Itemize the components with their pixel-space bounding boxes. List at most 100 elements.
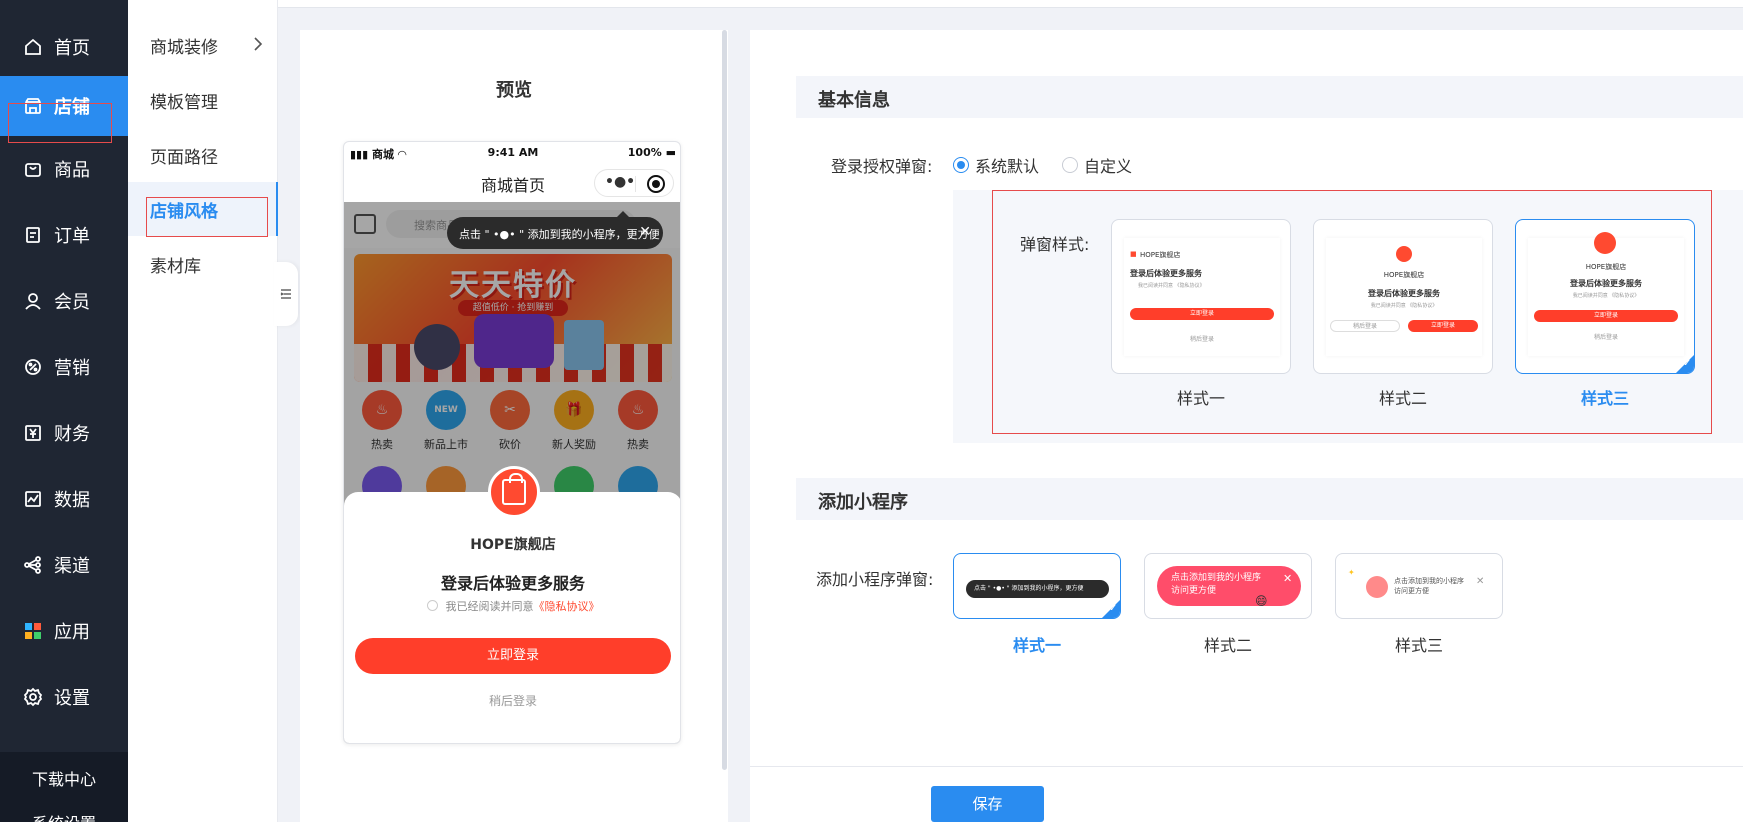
mp-style-card-1[interactable]: 点击 " •●• " 添加到我的小程序，更方便 [953, 553, 1121, 619]
selected-check-icon [1102, 600, 1120, 618]
sidebar-bottom: 下载中心 系统设置 [0, 752, 128, 822]
login-style-card-3[interactable]: HOPE旗舰店 登录后体验更多服务 我已阅读并同意 《隐私协议》 立即登录 稍后… [1515, 219, 1695, 374]
download-center-link[interactable]: 下载中心 [0, 766, 128, 790]
close-icon: ✕ [1476, 576, 1485, 587]
apps-icon [22, 620, 44, 642]
nav-item-marketing[interactable]: 营销 [0, 334, 128, 400]
login-sheet: HOPE旗舰店 登录后体验更多服务 我已经阅读并同意《隐私协议》 立即登录 稍后… [344, 492, 680, 743]
nav-item-data[interactable]: 数据 [0, 466, 128, 532]
menu-fold-icon [280, 289, 291, 299]
nav-item-apps[interactable]: 应用 [0, 598, 128, 664]
sub-item-label: 页面路径 [150, 147, 218, 168]
nav-label: 设置 [54, 688, 90, 709]
preview-title: 预览 [496, 80, 532, 101]
login-style-caption-3: 样式三 [1580, 389, 1629, 408]
gift-icon [1366, 576, 1388, 598]
chart-icon [22, 488, 44, 510]
privacy-agree: 我已经阅读并同意《隐私协议》 [344, 598, 680, 614]
login-style-caption-2: 样式二 [1378, 389, 1427, 408]
miniprogram-capsule[interactable]: •●• [594, 169, 674, 197]
nav-label: 渠道 [54, 556, 90, 577]
nav-item-channel[interactable]: 渠道 [0, 532, 128, 598]
mp-style-caption-2: 样式二 [1203, 636, 1252, 655]
sub-item-label: 商城装修 [150, 37, 218, 58]
section-basic-info: 基本信息 [796, 76, 1743, 118]
close-target-icon [647, 175, 665, 193]
nav-item-goods[interactable]: 商品 [0, 136, 128, 202]
phone-header: 商城首页 •●• [344, 162, 680, 202]
nav-label: 数据 [54, 490, 90, 511]
footer-bar [750, 766, 1743, 822]
sub-item-label: 模板管理 [150, 92, 218, 113]
section-add-miniprogram: 添加小程序 [796, 478, 1743, 520]
yen-icon [22, 422, 44, 444]
nav-item-orders[interactable]: 订单 [0, 202, 128, 268]
auth-popup-label: 登录授权弹窗: [831, 157, 933, 176]
nav-item-settings[interactable]: 设置 [0, 664, 128, 730]
nav-label: 营销 [54, 358, 90, 379]
mp-style-caption-1: 样式一 [1012, 636, 1061, 655]
shop-logo [1396, 246, 1412, 262]
order-icon [22, 224, 44, 246]
radio-system-default[interactable]: 系统默认 [953, 153, 1039, 177]
sub-item-label: 素材库 [150, 256, 201, 277]
bag-icon [22, 158, 44, 180]
add-miniprogram-tooltip: 点击 " •●• " 添加到我的小程序，更方便 ✕ [447, 211, 663, 249]
nav-label: 订单 [54, 226, 90, 247]
nav-label: 首页 [54, 38, 90, 59]
home-icon [22, 36, 44, 58]
nav-item-home[interactable]: 首页 [0, 14, 128, 80]
login-later-link[interactable]: 稍后登录 [344, 692, 680, 709]
mp-style-caption-3: 样式三 [1394, 636, 1443, 655]
marketing-icon [22, 356, 44, 378]
phone-status-bar: ▮▮▮ 商城 ◠ 9:41 AM 100% ▬ [344, 142, 680, 162]
shop-logo [488, 466, 540, 518]
sparkle-icon: ✦ [1348, 568, 1355, 577]
nav-item-finance[interactable]: 财务 [0, 400, 128, 466]
user-icon [22, 290, 44, 312]
emoji-icon: 😄 [1255, 594, 1268, 608]
shop-name: HOPE旗舰店 [470, 537, 556, 553]
phone-mockup: ▮▮▮ 商城 ◠ 9:41 AM 100% ▬ 商城首页 •●• 搜索商品 天天… [343, 141, 681, 744]
login-style-card-1[interactable]: ■ HOPE旗舰店 登录后体验更多服务 我已阅读并同意 《隐私协议》 立即登录 … [1111, 219, 1291, 374]
app-root: 首页 店铺 商品 订单 会员 营销 财务 数据 渠道 应用 设置 下载中心 商城… [0, 0, 1743, 822]
system-settings-link[interactable]: 系统设置 [0, 810, 128, 822]
selected-check-icon [1676, 355, 1694, 373]
nav-item-members[interactable]: 会员 [0, 268, 128, 334]
chevron-right-icon [254, 37, 263, 51]
privacy-link[interactable]: 《隐私协议》 [534, 600, 600, 613]
close-icon[interactable]: ✕ [639, 224, 651, 240]
sub-item-templates[interactable]: 模板管理 [128, 73, 278, 127]
gear-icon [22, 686, 44, 708]
popup-style-label: 弹窗样式: [1020, 235, 1090, 254]
nav-label: 会员 [54, 292, 90, 313]
sub-item-page-paths[interactable]: 页面路径 [128, 128, 278, 182]
close-icon: ✕ [1283, 572, 1293, 585]
nav-label: 商品 [54, 160, 90, 181]
sub-item-materials[interactable]: 素材库 [128, 237, 278, 291]
shop-logo [1594, 232, 1616, 254]
sub-item-mall-decoration[interactable]: 商城装修 [128, 18, 278, 72]
share-icon [22, 554, 44, 576]
mp-style-card-3[interactable]: ✦ 点击添加到我的小程序 访问更方便 ✕ [1335, 553, 1503, 619]
preview-scrollbar[interactable] [722, 30, 727, 770]
agree-radio[interactable] [426, 600, 438, 611]
save-button[interactable]: 保存 [931, 786, 1044, 822]
status-battery: 100% ▬ [627, 146, 676, 159]
nav-label: 应用 [54, 622, 90, 643]
highlight-frame [146, 197, 268, 237]
add-miniprogram-label: 添加小程序弹窗: [816, 570, 934, 589]
mp-style-card-2[interactable]: 点击添加到我的小程序 访问更方便 ✕ 😄 [1144, 553, 1312, 619]
sub-sidebar: 商城装修 模板管理 页面路径 店铺风格 素材库 [128, 0, 278, 822]
more-dots-icon: •●• [605, 174, 636, 190]
login-style-caption-1: 样式一 [1176, 389, 1225, 408]
login-style-card-2[interactable]: HOPE旗舰店 登录后体验更多服务 我已阅读并同意 《隐私协议》 稍后登录 立即… [1313, 219, 1493, 374]
highlight-frame [8, 103, 112, 143]
top-bar [278, 0, 1743, 8]
collapse-sidebar-button[interactable] [274, 262, 298, 326]
login-headline: 登录后体验更多服务 [440, 574, 585, 593]
nav-label: 财务 [54, 424, 90, 445]
login-now-button[interactable]: 立即登录 [355, 638, 671, 674]
radio-custom[interactable]: 自定义 [1062, 153, 1132, 177]
shopping-bag-icon [502, 473, 526, 505]
